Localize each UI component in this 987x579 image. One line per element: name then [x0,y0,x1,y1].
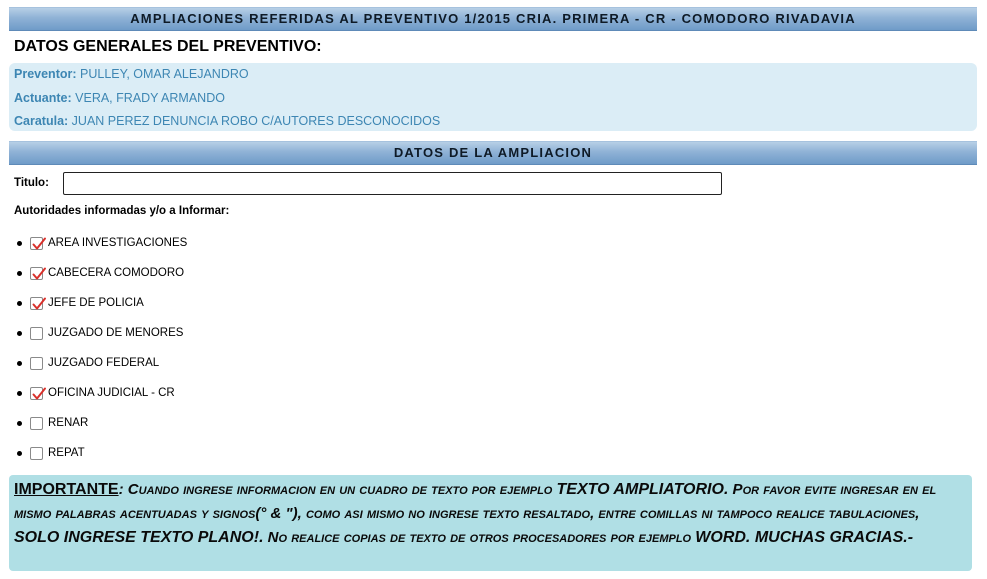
autoridad-label[interactable]: JUZGADO FEDERAL [48,357,159,369]
preventor-label: Preventor: [14,67,77,81]
important-notice: IMPORTANTE: Cuando ingrese informacion e… [9,475,972,571]
check-icon [32,297,46,310]
titulo-input[interactable] [63,172,722,195]
autoridad-label[interactable]: JUZGADO DE MENORES [48,327,183,339]
autoridad-checkbox[interactable] [30,297,46,310]
bullet-icon [17,421,22,426]
notice-emphasis-2: SOLO INGRESE TEXTO PLANO!. [14,529,264,546]
autoridad-checkbox[interactable] [30,237,46,250]
autoridad-checkbox[interactable] [30,357,43,370]
autoridad-checkbox[interactable] [30,387,46,400]
autoridad-label[interactable]: CABECERA COMODORO [48,267,184,279]
autoridad-label[interactable]: RENAR [48,417,88,429]
autoridad-checkbox[interactable] [30,327,43,340]
general-info-panel: Preventor: PULLEY, OMAR ALEJANDRO Actuan… [9,63,977,131]
notice-emphasis-1: TEXTO AMPLIATORIO. [556,481,729,498]
important-label: IMPORTANTE [14,481,119,498]
caratula-value: JUAN PEREZ DENUNCIA ROBO C/AUTORES DESCO… [71,114,441,128]
preventor-value: PULLEY, OMAR ALEJANDRO [80,67,249,81]
notice-emphasis-3: WORD. MUCHAS GRACIAS.- [695,529,914,546]
actuante-row: Actuante: VERA, FRADY ARMANDO [14,91,225,105]
autoridades-label: Autoridades informadas y/o a Informar: [14,205,230,217]
check-icon [32,387,46,400]
autoridad-label[interactable]: REPAT [48,447,85,459]
preventor-row: Preventor: PULLEY, OMAR ALEJANDRO [14,67,249,81]
bullet-icon [17,301,22,306]
check-icon [32,237,46,250]
bullet-icon [17,451,22,456]
autoridad-checkbox[interactable] [30,447,43,460]
autoridad-label[interactable]: AREA INVESTIGACIONES [48,237,187,249]
caratula-row: Caratula: JUAN PEREZ DENUNCIA ROBO C/AUT… [14,114,440,128]
notice-text-3: No realice copias de texto de otros proc… [263,529,696,546]
general-section-title: DATOS GENERALES DEL PREVENTIVO: [14,38,322,55]
autoridad-checkbox[interactable] [30,267,46,280]
autoridad-checkbox[interactable] [30,417,43,430]
bullet-icon [17,361,22,366]
actuante-value: VERA, FRADY ARMANDO [75,91,225,105]
ampliacion-header-bar: DATOS DE LA AMPLIACION [9,141,977,165]
bullet-icon [17,331,22,336]
actuante-label: Actuante: [14,91,72,105]
notice-text-1: : Cuando ingrese informacion en un cuadr… [118,481,557,498]
bullet-icon [17,241,22,246]
caratula-label: Caratula: [14,114,69,128]
titulo-label: Titulo: [14,177,49,189]
ampliacion-section-title: DATOS DE LA AMPLIACION [393,145,593,160]
bullet-icon [17,271,22,276]
page-title: AMPLIACIONES REFERIDAS AL PREVENTIVO 1/2… [130,11,856,26]
bullet-icon [17,391,22,396]
autoridad-label[interactable]: OFICINA JUDICIAL - CR [48,387,175,399]
check-icon [32,267,46,280]
autoridad-label[interactable]: JEFE DE POLICIA [48,297,144,309]
page-header-bar: AMPLIACIONES REFERIDAS AL PREVENTIVO 1/2… [9,7,977,31]
